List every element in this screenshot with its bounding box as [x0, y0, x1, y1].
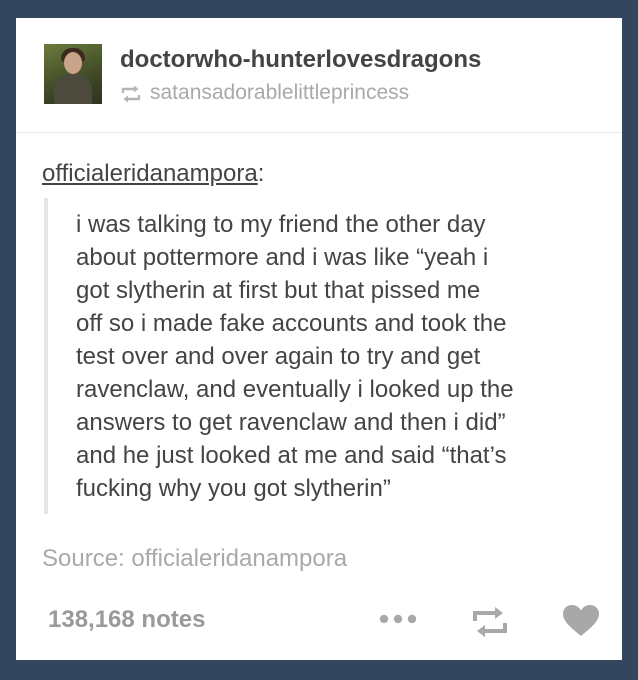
blockquote-bar [44, 198, 48, 514]
avatar-body [54, 74, 92, 104]
reblog-icon[interactable] [471, 606, 509, 638]
quote-author-link[interactable]: officialeridanampora [42, 160, 258, 187]
quote-line: test over and over again to try and get [76, 343, 481, 370]
quote-line: and he just looked at me and said “that’… [76, 442, 507, 469]
source-link[interactable]: Source: officialeridanampora [42, 545, 347, 573]
notes-count[interactable]: 138,168 notes [48, 606, 205, 634]
quote-line: answers to get ravenclaw and then i did” [76, 409, 506, 436]
post-header: doctorwho-hunterlovesdragons satansadora… [16, 18, 622, 128]
quote-author: officialeridanampora: [42, 160, 264, 188]
quote-author-colon: : [257, 160, 265, 187]
blog-name-link[interactable]: doctorwho-hunterlovesdragons [120, 46, 481, 74]
quote-line: off so i made fake accounts and took the [76, 310, 507, 337]
reblogged-from-link[interactable]: satansadorablelittleprincess [150, 81, 409, 105]
heart-icon[interactable] [562, 604, 600, 638]
quote-line: ravenclaw, and eventually i looked up th… [76, 376, 514, 403]
quote-line: i was talking to my friend the other day [76, 211, 486, 238]
post-card: doctorwho-hunterlovesdragons satansadora… [16, 18, 622, 660]
more-icon[interactable] [378, 612, 424, 626]
avatar-head [64, 52, 82, 74]
quote-line: about pottermore and i was like “yeah i [76, 244, 489, 271]
quote-body: i was talking to my friend the other day… [76, 208, 616, 505]
header-divider [16, 132, 622, 133]
reblog-small-icon [121, 85, 141, 103]
quote-line: got slytherin at first but that pissed m… [76, 277, 481, 304]
quote-line: fucking why you got slytherin” [76, 475, 391, 502]
avatar[interactable] [44, 44, 102, 104]
